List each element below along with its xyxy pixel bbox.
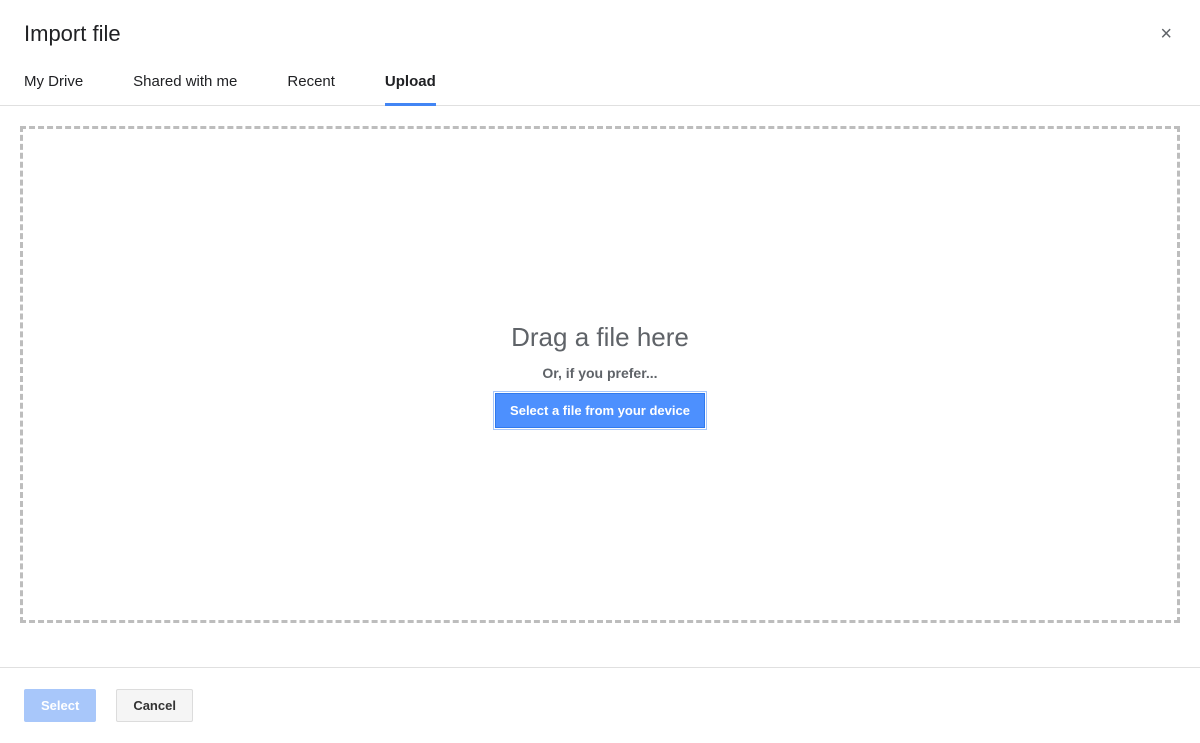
or-text: Or, if you prefer... bbox=[542, 365, 657, 381]
cancel-button[interactable]: Cancel bbox=[116, 689, 193, 722]
tab-upload[interactable]: Upload bbox=[385, 58, 436, 105]
tab-my-drive[interactable]: My Drive bbox=[24, 58, 83, 105]
tab-shared-with-me[interactable]: Shared with me bbox=[133, 58, 237, 105]
dialog-footer: Select Cancel bbox=[0, 667, 1200, 743]
dialog-title: Import file bbox=[24, 21, 121, 47]
select-file-from-device-button[interactable]: Select a file from your device bbox=[495, 393, 705, 428]
drag-title: Drag a file here bbox=[511, 322, 689, 353]
select-button[interactable]: Select bbox=[24, 689, 96, 722]
close-icon[interactable]: × bbox=[1156, 20, 1176, 48]
content-area: Drag a file here Or, if you prefer... Se… bbox=[0, 106, 1200, 623]
tab-recent[interactable]: Recent bbox=[287, 58, 335, 105]
upload-dropzone[interactable]: Drag a file here Or, if you prefer... Se… bbox=[20, 126, 1180, 623]
dialog-header: Import file × bbox=[0, 0, 1200, 58]
tabs-bar: My Drive Shared with me Recent Upload bbox=[0, 58, 1200, 106]
